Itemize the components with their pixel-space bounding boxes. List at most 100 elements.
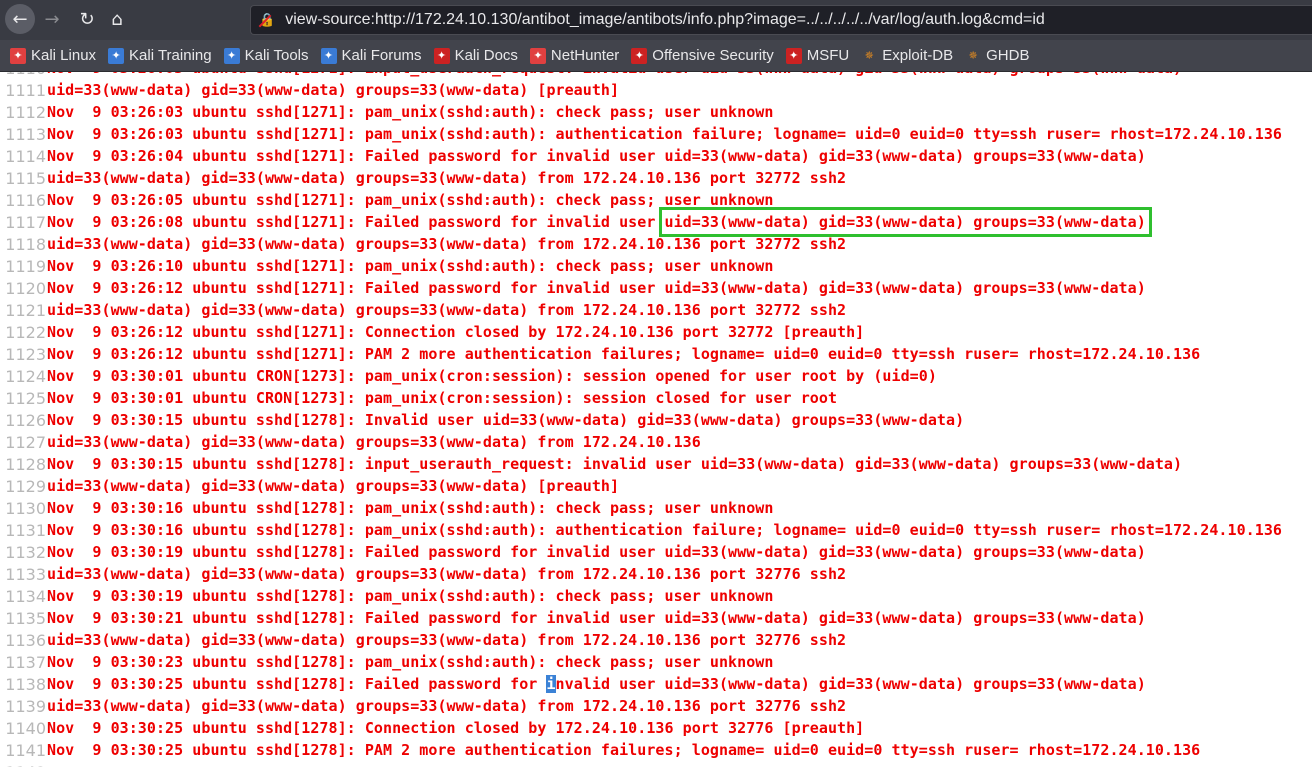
line-text: Nov 9 03:30:19 ubuntu sshd[1278]: pam_un… <box>47 587 773 605</box>
reload-button[interactable]: ↻ <box>72 4 102 34</box>
line-number: 1113 <box>5 124 46 144</box>
source-line: 1122 Nov 9 03:26:12 ubuntu sshd[1271]: Co… <box>0 321 1312 343</box>
line-number: 1121 <box>5 300 46 320</box>
line-number: 1124 <box>5 366 46 386</box>
line-text-segment: uid=33(www-data) gid=33(www-data) groups… <box>47 301 847 319</box>
highlighted-id-output: uid=33(www-data) gid=33(www-data) groups… <box>658 207 1152 237</box>
line-text-segment: Nov 9 03:26:04 ubuntu sshd[1271]: Failed… <box>47 147 1146 165</box>
bookmark-offensive-security[interactable]: ✦ Offensive Security <box>631 47 774 64</box>
spider-icon: ✵ <box>864 50 874 62</box>
bookmark-nethunter[interactable]: ✦ NetHunter <box>529 47 620 64</box>
line-text-segment: Nov 9 03:26:03 ubuntu sshd[1271]: pam_un… <box>47 125 1282 143</box>
line-text: Nov 9 03:26:05 ubuntu sshd[1271]: pam_un… <box>47 191 773 209</box>
line-number: 1139 <box>5 696 46 716</box>
line-text-segment: uid=33(www-data) gid=33(www-data) groups… <box>47 477 620 495</box>
bookmark-kali-docs[interactable]: ✦ Kali Docs <box>433 47 518 64</box>
line-number: 1129 <box>5 476 46 496</box>
source-line: 1116 Nov 9 03:26:05 ubuntu sshd[1271]: pa… <box>0 189 1312 211</box>
forward-button[interactable]: → <box>37 4 67 34</box>
line-text-segment: Nov 9 03:30:19 ubuntu sshd[1278]: pam_un… <box>47 587 774 605</box>
bookmark-kali-linux[interactable]: ✦ Kali Linux <box>10 47 96 64</box>
line-number: 1112 <box>5 102 46 122</box>
line-text-segment: Nov 9 03:30:01 ubuntu CRON[1273]: pam_un… <box>47 367 937 385</box>
source-line: 1114 Nov 9 03:26:04 ubuntu sshd[1271]: Fa… <box>0 145 1312 167</box>
source-line: 1132 Nov 9 03:30:19 ubuntu sshd[1278]: Fa… <box>0 541 1312 563</box>
source-line: 1133 uid=33(www-data) gid=33(www-data) gr… <box>0 563 1312 585</box>
source-line: 1135 Nov 9 03:30:21 ubuntu sshd[1278]: Fa… <box>0 607 1312 629</box>
line-text-segment: Nov 9 03:30:25 ubuntu sshd[1278]: Connec… <box>47 719 865 737</box>
home-icon: ⌂ <box>111 8 123 30</box>
line-text: Nov 9 03:30:15 ubuntu sshd[1278]: input_… <box>47 455 1182 473</box>
line-number: 1115 <box>5 168 46 188</box>
line-text: Nov 9 03:30:16 ubuntu sshd[1278]: pam_un… <box>47 499 773 517</box>
reload-icon: ↻ <box>79 8 95 30</box>
bookmark-label: Offensive Security <box>652 47 774 64</box>
bookmark-msfu[interactable]: ✦ MSFU <box>785 47 850 64</box>
source-line: 1137 Nov 9 03:30:23 ubuntu sshd[1278]: pa… <box>0 651 1312 673</box>
insecure-lock-icon[interactable]: 🔒 <box>259 13 275 28</box>
kali-tools-icon: ✦ <box>223 47 240 64</box>
line-number: 1114 <box>5 146 46 166</box>
line-text-segment: Nov 9 03:26:12 ubuntu sshd[1271]: Connec… <box>47 323 865 341</box>
source-line: 1131 Nov 9 03:30:16 ubuntu sshd[1278]: pa… <box>0 519 1312 541</box>
bookmark-ghdb[interactable]: ✵ GHDB <box>965 47 1030 64</box>
source-line: 1124 Nov 9 03:30:01 ubuntu CRON[1273]: pa… <box>0 365 1312 387</box>
line-number: 1117 <box>5 212 46 232</box>
source-line: 1140 Nov 9 03:30:25 ubuntu sshd[1278]: Co… <box>0 717 1312 739</box>
source-line: 1136 uid=33(www-data) gid=33(www-data) gr… <box>0 629 1312 651</box>
line-number: 1136 <box>5 630 46 650</box>
line-text: Nov 9 03:30:25 ubuntu sshd[1278]: Connec… <box>47 719 864 737</box>
line-text-segment: Nov 9 03:30:23 ubuntu sshd[1278]: pam_un… <box>47 653 774 671</box>
source-line: 1128 Nov 9 03:30:15 ubuntu sshd[1278]: in… <box>0 453 1312 475</box>
bookmark-exploit-db[interactable]: ✵ Exploit-DB <box>861 47 953 64</box>
navigation-toolbar: ← → ↻ ⌂ 🔒 view-source:http://172.24.10.1… <box>0 0 1312 40</box>
source-line: 1121 uid=33(www-data) gid=33(www-data) gr… <box>0 299 1312 321</box>
kali-training-icon: ✦ <box>108 47 125 64</box>
home-button[interactable]: ⌂ <box>102 4 132 34</box>
line-number: 1132 <box>5 542 46 562</box>
line-text-segment: Nov 9 03:30:01 ubuntu CRON[1273]: pam_un… <box>47 389 838 407</box>
line-number: 1138 <box>5 674 46 694</box>
back-button[interactable]: ← <box>5 4 35 34</box>
line-text-segment: uid=33(www-data) gid=33(www-data) groups… <box>47 235 847 253</box>
line-text: Nov 9 03:26:08 ubuntu sshd[1271]: Failed… <box>47 207 1152 237</box>
source-line: 1115 uid=33(www-data) gid=33(www-data) gr… <box>0 167 1312 189</box>
line-number: 1111 <box>5 80 46 100</box>
arrow-left-icon: ← <box>12 8 28 30</box>
bookmark-kali-training[interactable]: ✦ Kali Training <box>108 47 212 64</box>
bookmark-kali-forums[interactable]: ✦ Kali Forums <box>320 47 422 64</box>
bookmark-label: MSFU <box>806 47 850 64</box>
line-text-segment: Nov 9 03:30:16 ubuntu sshd[1278]: pam_un… <box>47 499 774 517</box>
source-line: 1141 Nov 9 03:30:25 ubuntu sshd[1278]: PA… <box>0 739 1312 761</box>
line-text: uid=33(www-data) gid=33(www-data) groups… <box>47 301 846 319</box>
source-line: 1120 Nov 9 03:26:12 ubuntu sshd[1271]: Fa… <box>0 277 1312 299</box>
line-number: 1137 <box>5 652 46 672</box>
line-text: Nov 9 03:26:12 ubuntu sshd[1271]: Connec… <box>47 323 864 341</box>
line-number: 1119 <box>5 256 46 276</box>
line-text-segment: uid=33(www-data) gid=33(www-data) groups… <box>47 631 847 649</box>
line-number: 1135 <box>5 608 46 628</box>
line-text-segment: Nov 9 03:30:16 ubuntu sshd[1278]: pam_un… <box>47 521 1282 539</box>
source-line: 1123 Nov 9 03:26:12 ubuntu sshd[1271]: PA… <box>0 343 1312 365</box>
line-number: 1131 <box>5 520 46 540</box>
line-number: 1116 <box>5 190 46 210</box>
line-text-segment: Nov 9 03:26:05 ubuntu sshd[1271]: pam_un… <box>47 191 774 209</box>
bookmark-kali-tools[interactable]: ✦ Kali Tools <box>223 47 309 64</box>
line-text: Nov 9 03:30:25 ubuntu sshd[1278]: Failed… <box>47 675 1146 693</box>
url-text[interactable]: view-source:http://172.24.10.130/antibot… <box>285 11 1045 29</box>
line-text-segment: Nov 9 03:26:03 ubuntu sshd[1271]: pam_un… <box>47 103 774 121</box>
line-number: 1120 <box>5 278 46 298</box>
line-text-segment: uid=33(www-data) gid=33(www-data) groups… <box>47 697 847 715</box>
line-text: Nov 9 03:26:04 ubuntu sshd[1271]: Failed… <box>47 147 1146 165</box>
source-line: 1111 uid=33(www-data) gid=33(www-data) gr… <box>0 79 1312 101</box>
source-line: 1130 Nov 9 03:30:16 ubuntu sshd[1278]: pa… <box>0 497 1312 519</box>
line-text: uid=33(www-data) gid=33(www-data) groups… <box>47 477 619 495</box>
line-text: Nov 9 03:30:15 ubuntu sshd[1278]: Invali… <box>47 411 964 429</box>
bookmark-label: NetHunter <box>550 47 620 64</box>
url-bar[interactable]: 🔒 view-source:http://172.24.10.130/antib… <box>250 5 1312 35</box>
line-text-segment: Nov 9 03:26:12 ubuntu sshd[1271]: PAM 2 … <box>47 345 1201 363</box>
line-text-segment: Nov 9 03:30:25 ubuntu sshd[1278]: PAM 2 … <box>47 741 1201 759</box>
line-text: Nov 9 03:30:21 ubuntu sshd[1278]: Failed… <box>47 609 1146 627</box>
line-text-segment: Nov 9 03:26:10 ubuntu sshd[1271]: pam_un… <box>47 257 774 275</box>
line-number: 1130 <box>5 498 46 518</box>
